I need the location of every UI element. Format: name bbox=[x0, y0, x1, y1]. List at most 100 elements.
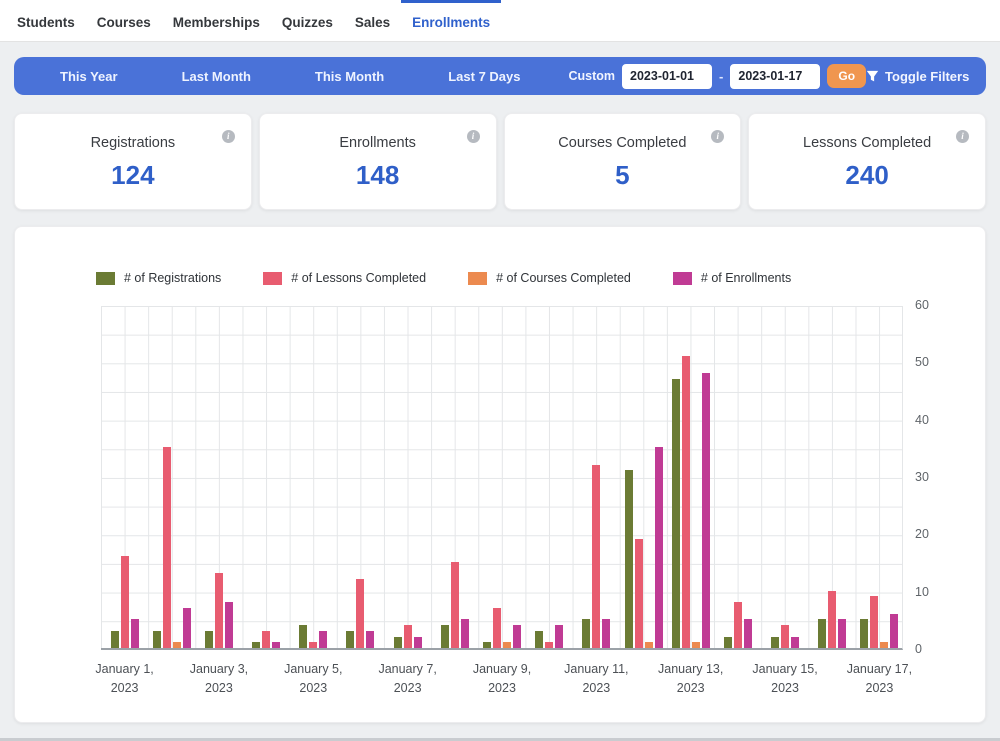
bar[interactable] bbox=[781, 625, 789, 648]
x-axis-tick-label: January 11,2023 bbox=[546, 660, 646, 699]
bar[interactable] bbox=[602, 619, 610, 648]
info-icon[interactable]: i bbox=[222, 130, 235, 143]
x-axis-tick-label: January 13,2023 bbox=[641, 660, 741, 699]
top-navigation: StudentsCoursesMembershipsQuizzesSalesEn… bbox=[0, 0, 1000, 42]
quick-link-last-7-days[interactable]: Last 7 Days bbox=[448, 69, 520, 84]
bar[interactable] bbox=[625, 470, 633, 648]
bar[interactable] bbox=[461, 619, 469, 648]
bar[interactable] bbox=[163, 447, 171, 648]
legend-swatch bbox=[263, 272, 282, 285]
bar[interactable] bbox=[672, 379, 680, 648]
bar[interactable] bbox=[771, 637, 779, 648]
bar[interactable] bbox=[131, 619, 139, 648]
bar-group bbox=[195, 306, 242, 648]
bar[interactable] bbox=[635, 539, 643, 648]
x-axis-tick-label: January 5,2023 bbox=[263, 660, 363, 699]
bar-group bbox=[714, 306, 761, 648]
bar[interactable] bbox=[818, 619, 826, 648]
bar[interactable] bbox=[870, 596, 878, 648]
bar[interactable] bbox=[734, 602, 742, 648]
legend-item: # of Enrollments bbox=[673, 271, 791, 285]
bar[interactable] bbox=[791, 637, 799, 648]
bar[interactable] bbox=[319, 631, 327, 648]
bar[interactable] bbox=[724, 637, 732, 648]
bar[interactable] bbox=[414, 637, 422, 648]
bar[interactable] bbox=[252, 642, 260, 648]
quick-link-last-month[interactable]: Last Month bbox=[182, 69, 251, 84]
bar[interactable] bbox=[262, 631, 270, 648]
bar[interactable] bbox=[702, 373, 710, 648]
filter-funnel-icon bbox=[866, 70, 879, 83]
bar[interactable] bbox=[441, 625, 449, 648]
bar[interactable] bbox=[692, 642, 700, 648]
custom-label: Custom bbox=[569, 69, 616, 83]
y-axis-tick-label: 50 bbox=[915, 355, 945, 369]
bar[interactable] bbox=[860, 619, 868, 648]
quick-link-this-month[interactable]: This Month bbox=[315, 69, 384, 84]
bar[interactable] bbox=[535, 631, 543, 648]
bar[interactable] bbox=[838, 619, 846, 648]
bar[interactable] bbox=[404, 625, 412, 648]
bar[interactable] bbox=[225, 602, 233, 648]
tab-enrollments[interactable]: Enrollments bbox=[401, 0, 501, 41]
tab-quizzes[interactable]: Quizzes bbox=[271, 0, 344, 41]
bar[interactable] bbox=[545, 642, 553, 648]
bar[interactable] bbox=[890, 614, 898, 648]
tab-memberships[interactable]: Memberships bbox=[162, 0, 271, 41]
bar[interactable] bbox=[121, 556, 129, 648]
bar[interactable] bbox=[493, 608, 501, 648]
toggle-filters-button[interactable]: Toggle Filters bbox=[866, 69, 969, 84]
stat-card-title: Courses Completed bbox=[505, 135, 741, 151]
toggle-filters-label: Toggle Filters bbox=[885, 69, 969, 84]
tab-students[interactable]: Students bbox=[6, 0, 86, 41]
filter-bar: This Year Last Month This Month Last 7 Days… bbox=[14, 57, 986, 95]
bar[interactable] bbox=[828, 591, 836, 648]
date-to-input[interactable] bbox=[730, 64, 820, 89]
bar[interactable] bbox=[272, 642, 280, 648]
x-axis-tick-label: January 9,2023 bbox=[452, 660, 552, 699]
x-axis-tick-label: January 17,2023 bbox=[829, 660, 929, 699]
bar[interactable] bbox=[582, 619, 590, 648]
bar[interactable] bbox=[513, 625, 521, 648]
info-icon[interactable]: i bbox=[956, 130, 969, 143]
stat-card-title: Enrollments bbox=[260, 135, 496, 151]
bar[interactable] bbox=[394, 637, 402, 648]
bar-group bbox=[337, 306, 384, 648]
bar[interactable] bbox=[592, 465, 600, 648]
bar[interactable] bbox=[366, 631, 374, 648]
bar[interactable] bbox=[183, 608, 191, 648]
chart-plot-wrapper: 0102030405060January 1,2023January 3,202… bbox=[101, 306, 903, 650]
bar[interactable] bbox=[744, 619, 752, 648]
bar-group bbox=[573, 306, 620, 648]
date-from-input[interactable] bbox=[622, 64, 712, 89]
info-icon[interactable]: i bbox=[467, 130, 480, 143]
bar[interactable] bbox=[153, 631, 161, 648]
bar[interactable] bbox=[682, 356, 690, 648]
legend-label: # of Registrations bbox=[124, 271, 221, 285]
legend-label: # of Courses Completed bbox=[496, 271, 631, 285]
bar-group bbox=[478, 306, 525, 648]
bar[interactable] bbox=[173, 642, 181, 648]
bar[interactable] bbox=[356, 579, 364, 648]
bar[interactable] bbox=[346, 631, 354, 648]
bar[interactable] bbox=[503, 642, 511, 648]
quick-link-this-year[interactable]: This Year bbox=[60, 69, 118, 84]
bar[interactable] bbox=[555, 625, 563, 648]
bar-group bbox=[148, 306, 195, 648]
bar[interactable] bbox=[880, 642, 888, 648]
go-button[interactable]: Go bbox=[827, 64, 866, 88]
legend-swatch bbox=[673, 272, 692, 285]
stat-card-enrollments: Enrollmentsi148 bbox=[259, 113, 497, 210]
y-axis-tick-label: 0 bbox=[915, 642, 945, 656]
bar[interactable] bbox=[309, 642, 317, 648]
bar[interactable] bbox=[205, 631, 213, 648]
bar[interactable] bbox=[451, 562, 459, 648]
tab-courses[interactable]: Courses bbox=[86, 0, 162, 41]
bar[interactable] bbox=[215, 573, 223, 648]
bar[interactable] bbox=[111, 631, 119, 648]
tab-sales[interactable]: Sales bbox=[344, 0, 401, 41]
bar[interactable] bbox=[655, 447, 663, 648]
bar[interactable] bbox=[645, 642, 653, 648]
bar[interactable] bbox=[483, 642, 491, 648]
bar[interactable] bbox=[299, 625, 307, 648]
